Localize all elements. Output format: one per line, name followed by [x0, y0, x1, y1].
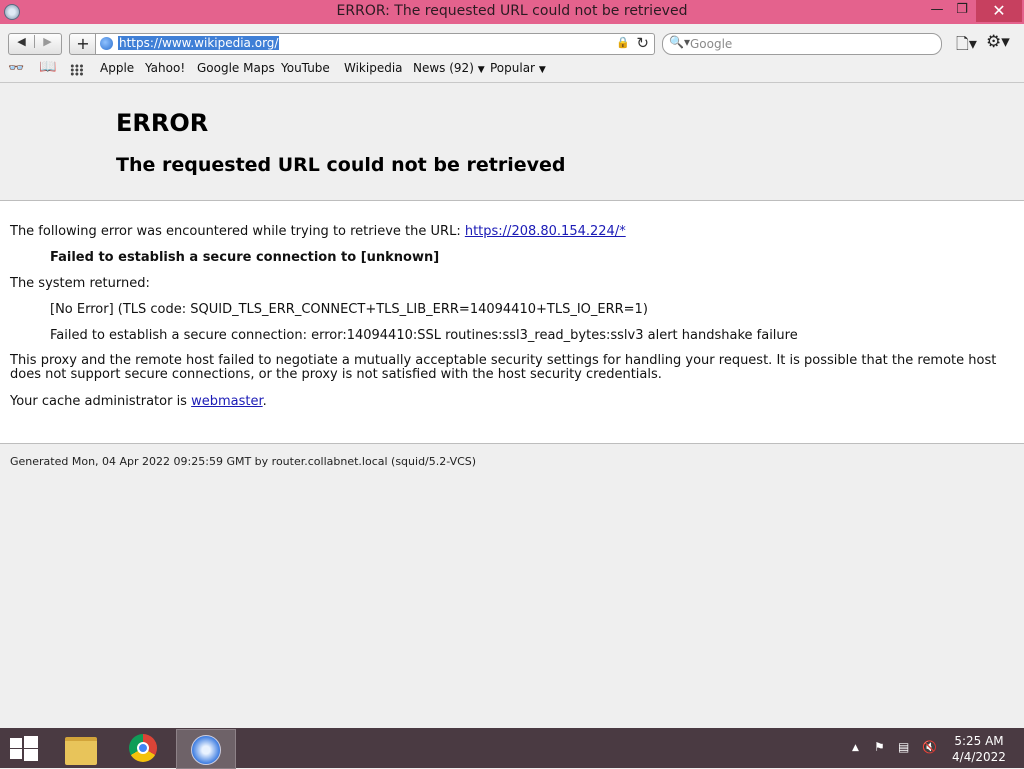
webmaster-link[interactable]: webmaster	[191, 394, 263, 409]
error-header: ERROR The requested URL could not be ret…	[0, 83, 1024, 201]
top-sites-grid-icon[interactable]	[70, 64, 84, 76]
bookmarks-book-icon[interactable]: 📖	[39, 59, 56, 75]
clock-time: 5:25 AM	[954, 734, 1004, 748]
title-bar: ERROR: The requested URL could not be re…	[0, 0, 1024, 24]
error-body: The following error was encountered whil…	[0, 201, 1024, 444]
window-title: ERROR: The requested URL could not be re…	[336, 3, 688, 19]
lock-icon: 🔒	[616, 36, 630, 49]
page-title: ERROR	[116, 109, 209, 137]
file-explorer-icon[interactable]	[52, 729, 110, 767]
bookmark-yahoo[interactable]: Yahoo!	[145, 61, 185, 75]
forward-icon[interactable]: ▶	[35, 35, 60, 48]
chevron-down-icon: ▼	[477, 65, 485, 75]
search-input[interactable]: 🔍▾ Google	[662, 33, 942, 55]
nav-buttons: ◀ ▶	[8, 33, 62, 55]
taskbar: ▲ ⚑ ▤ 🔇 5:25 AM 4/4/2022	[0, 728, 1024, 769]
ssl-error: Failed to establish a secure connection:…	[50, 328, 798, 343]
chrome-icon[interactable]	[114, 729, 172, 767]
safari-icon[interactable]	[176, 729, 236, 769]
bookmark-apple[interactable]: Apple	[100, 61, 134, 75]
admin-suffix: .	[262, 394, 267, 409]
windows-start-icon[interactable]	[10, 736, 38, 761]
bookmark-popular-label: Popular	[490, 61, 535, 75]
chevron-down-icon: ▼	[538, 65, 546, 75]
address-bar[interactable]: https://www.wikipedia.org/ 🔒 ↻	[95, 33, 655, 55]
admin-prefix: Your cache administrator is	[10, 394, 192, 409]
error-summary: Failed to establish a secure connection …	[50, 250, 440, 265]
search-icon[interactable]: 🔍▾	[669, 35, 690, 49]
gear-icon[interactable]: ⚙▾	[986, 32, 1010, 52]
close-button[interactable]: ✕	[976, 0, 1022, 22]
tray-arrow-icon[interactable]: ▲	[852, 743, 859, 753]
intro-line: The following error was encountered whil…	[10, 224, 626, 239]
clock-date: 4/4/2022	[952, 750, 1006, 764]
network-icon[interactable]: ▤	[898, 740, 909, 754]
tls-code: [No Error] (TLS code: SQUID_TLS_ERR_CONN…	[50, 302, 648, 317]
error-url-link[interactable]: https://208.80.154.224/*	[465, 224, 626, 239]
clock[interactable]: 5:25 AM 4/4/2022	[944, 733, 1014, 765]
reload-icon[interactable]: ↻	[636, 34, 649, 52]
browser-toolbar: ◀ ▶ + https://www.wikipedia.org/ 🔒 ↻ 🔍▾ …	[0, 24, 1024, 58]
bookmark-popular[interactable]: Popular ▼	[490, 61, 546, 75]
maximize-button[interactable]: ❐	[950, 0, 974, 22]
bookmarks-bar: 👓 📖 Apple Yahoo! Google Maps YouTube Wik…	[0, 58, 1024, 83]
page-subtitle: The requested URL could not be retrieved	[116, 154, 566, 176]
system-returned-label: The system returned:	[10, 276, 150, 291]
bookmark-wikipedia[interactable]: Wikipedia	[344, 61, 403, 75]
globe-icon	[100, 37, 113, 50]
minimize-button[interactable]: —	[924, 0, 950, 22]
bookmark-google-maps[interactable]: Google Maps	[197, 61, 275, 75]
bookmark-youtube[interactable]: YouTube	[281, 61, 330, 75]
back-icon[interactable]: ◀	[9, 35, 35, 48]
explanation: This proxy and the remote host failed to…	[10, 353, 997, 382]
bookmark-news[interactable]: News (92) ▼	[413, 61, 485, 75]
reading-list-icon[interactable]: 👓	[8, 61, 24, 76]
flag-icon[interactable]: ⚑	[874, 740, 885, 754]
url-text[interactable]: https://www.wikipedia.org/	[118, 36, 280, 50]
admin-line: Your cache administrator is webmaster.	[10, 394, 267, 409]
page-footer: Generated Mon, 04 Apr 2022 09:25:59 GMT …	[10, 455, 477, 468]
add-icon[interactable]: +	[69, 33, 97, 55]
search-placeholder: Google	[690, 37, 733, 51]
page-menu-icon[interactable]: 🗋▾	[956, 33, 977, 60]
volume-icon[interactable]: 🔇	[922, 740, 937, 754]
bookmark-news-label: News (92)	[413, 61, 474, 75]
intro-text: The following error was encountered whil…	[10, 224, 465, 239]
